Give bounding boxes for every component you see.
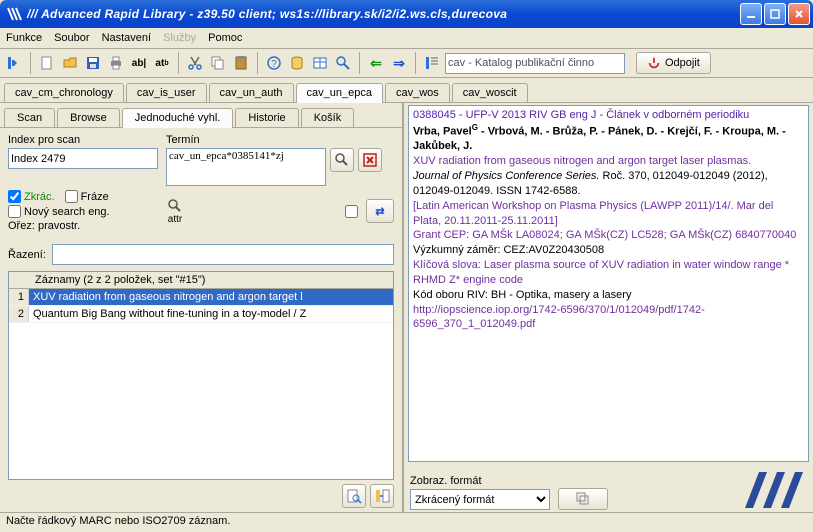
copy-detail-button[interactable]	[558, 488, 608, 510]
detail-conference: [Latin American Workshop on Plasma Physi…	[413, 199, 804, 229]
back-icon[interactable]: ⇐	[366, 53, 386, 73]
detail-pubid: 0388045 - UFP-V 2013 RIV GB eng J - Člán…	[413, 108, 804, 123]
detail-grant: Grant CEP: GA MŠk LA08024; GA MŠk(CZ) LC…	[413, 228, 804, 243]
subtab-scan[interactable]: Scan	[4, 108, 55, 127]
record-row[interactable]: 2 Quantum Big Bang without fine-tuning i…	[9, 306, 393, 323]
field-atb-icon[interactable]: atb	[152, 53, 172, 73]
db-tabs: cav_cm_chronology cav_is_user cav_un_aut…	[0, 78, 813, 102]
extra-checkbox[interactable]	[345, 205, 358, 218]
subtab-browse[interactable]: Browse	[57, 108, 120, 127]
maximize-button[interactable]	[764, 3, 786, 25]
field-abi-icon[interactable]: ab|	[129, 53, 149, 73]
tab-cav-cm-chronology[interactable]: cav_cm_chronology	[4, 83, 124, 102]
cut-icon[interactable]	[185, 53, 205, 73]
tab-cav-un-epca[interactable]: cav_un_epca	[296, 83, 383, 103]
tab-cav-is-user[interactable]: cav_is_user	[126, 83, 207, 102]
menubar: Funkce Soubor Nastavení Služby Pomoc	[0, 28, 813, 48]
detail-code: Kód oboru RIV: BH - Optika, masery a las…	[413, 288, 804, 303]
detail-pane: 0388045 - UFP-V 2013 RIV GB eng J - Člán…	[404, 103, 813, 512]
index-combo[interactable]	[8, 148, 158, 169]
help-icon[interactable]: ?	[264, 53, 284, 73]
menu-funkce[interactable]: Funkce	[6, 32, 42, 44]
paste-icon[interactable]	[231, 53, 251, 73]
menu-sluzby: Služby	[163, 32, 196, 44]
format-combo[interactable]: Zkrácený formát	[410, 489, 550, 510]
detail-title: XUV radiation from gaseous nitrogen and …	[413, 154, 804, 169]
catalog-combo[interactable]	[445, 53, 625, 74]
sort-label: Řazení:	[8, 249, 46, 261]
disconnect-button[interactable]: Odpojit	[636, 52, 711, 74]
svg-text:?: ?	[271, 59, 277, 70]
detail-vyzkum: Výzkumný záměr: CEZ:AV0Z20430508	[413, 243, 804, 258]
db-icon[interactable]	[287, 53, 307, 73]
transfer-button[interactable]: ⇄	[366, 199, 394, 223]
index-label: Index pro scan	[8, 134, 158, 146]
search-subtabs: Scan Browse Jednoduché vyhl. Historie Ko…	[0, 103, 402, 127]
status-text: Načte řádkový MARC nebo ISO2709 záznam.	[6, 515, 230, 527]
search-button[interactable]	[330, 148, 354, 172]
zkrac-checkbox[interactable]: Zkrác.	[8, 190, 55, 203]
menu-nastaveni[interactable]: Nastavení	[102, 32, 152, 44]
detail-authors: Vrba, PavelG - Vrbová, M. - Brůža, P. - …	[413, 123, 804, 154]
export-button[interactable]	[370, 484, 394, 508]
close-button[interactable]	[788, 3, 810, 25]
detail-button[interactable]	[342, 484, 366, 508]
print-icon[interactable]	[106, 53, 126, 73]
orez-label: Ořez: pravostr.	[8, 220, 158, 232]
term-input[interactable]	[166, 148, 326, 186]
term-label: Termín	[166, 134, 382, 146]
records-header: Záznamy (2 z 2 položek, set "#15")	[35, 274, 205, 286]
clear-button[interactable]	[358, 148, 382, 172]
table-icon[interactable]	[310, 53, 330, 73]
tab-cav-wos[interactable]: cav_wos	[385, 83, 450, 102]
forward-icon[interactable]: ⇒	[389, 53, 409, 73]
copy-icon[interactable]	[208, 53, 228, 73]
toolbar-run-icon[interactable]	[4, 53, 24, 73]
titlebar: /// Advanced Rapid Library - z39.50 clie…	[0, 0, 813, 28]
tab-cav-woscit[interactable]: cav_woscit	[452, 83, 528, 102]
record-detail: 0388045 - UFP-V 2013 RIV GB eng J - Člán…	[408, 105, 809, 462]
search-pane: Scan Browse Jednoduché vyhl. Historie Ko…	[0, 103, 404, 512]
catalog-list-icon[interactable]	[422, 53, 442, 73]
subtab-simple-search[interactable]: Jednoduché vyhl.	[122, 108, 234, 128]
attr-label: attr	[168, 214, 182, 225]
app-icon	[7, 6, 23, 22]
toolbar: ab| atb ? ⇐ ⇒ Odpojit	[0, 48, 813, 78]
record-row[interactable]: 1 XUV radiation from gaseous nitrogen an…	[9, 289, 393, 306]
open-icon[interactable]	[60, 53, 80, 73]
arl-logo	[616, 468, 807, 510]
detail-url[interactable]: http://iopscience.iop.org/1742-6596/370/…	[413, 303, 804, 333]
find-icon[interactable]	[333, 53, 353, 73]
sort-combo[interactable]	[52, 244, 394, 265]
tab-cav-un-auth[interactable]: cav_un_auth	[209, 83, 294, 102]
attr-icon[interactable]	[166, 198, 184, 214]
fraze-checkbox[interactable]: Fráze	[65, 190, 109, 203]
novy-search-checkbox[interactable]: Nový search eng.	[8, 205, 158, 218]
minimize-button[interactable]	[740, 3, 762, 25]
disconnect-icon	[647, 56, 661, 70]
detail-journal: Journal of Physics Conference Series. Ro…	[413, 169, 804, 199]
records-list: Záznamy (2 z 2 položek, set "#15") 1 XUV…	[8, 271, 394, 480]
window-title: /// Advanced Rapid Library - z39.50 clie…	[27, 7, 740, 21]
new-icon[interactable]	[37, 53, 57, 73]
save-icon[interactable]	[83, 53, 103, 73]
statusbar: Načte řádkový MARC nebo ISO2709 záznam.	[0, 512, 813, 532]
detail-keywords: Klíčová slova: Laser plasma source of XU…	[413, 258, 804, 288]
format-label: Zobraz. formát	[410, 475, 550, 487]
menu-pomoc[interactable]: Pomoc	[208, 32, 242, 44]
menu-soubor[interactable]: Soubor	[54, 32, 89, 44]
subtab-history[interactable]: Historie	[235, 108, 298, 127]
subtab-basket[interactable]: Košík	[301, 108, 355, 127]
